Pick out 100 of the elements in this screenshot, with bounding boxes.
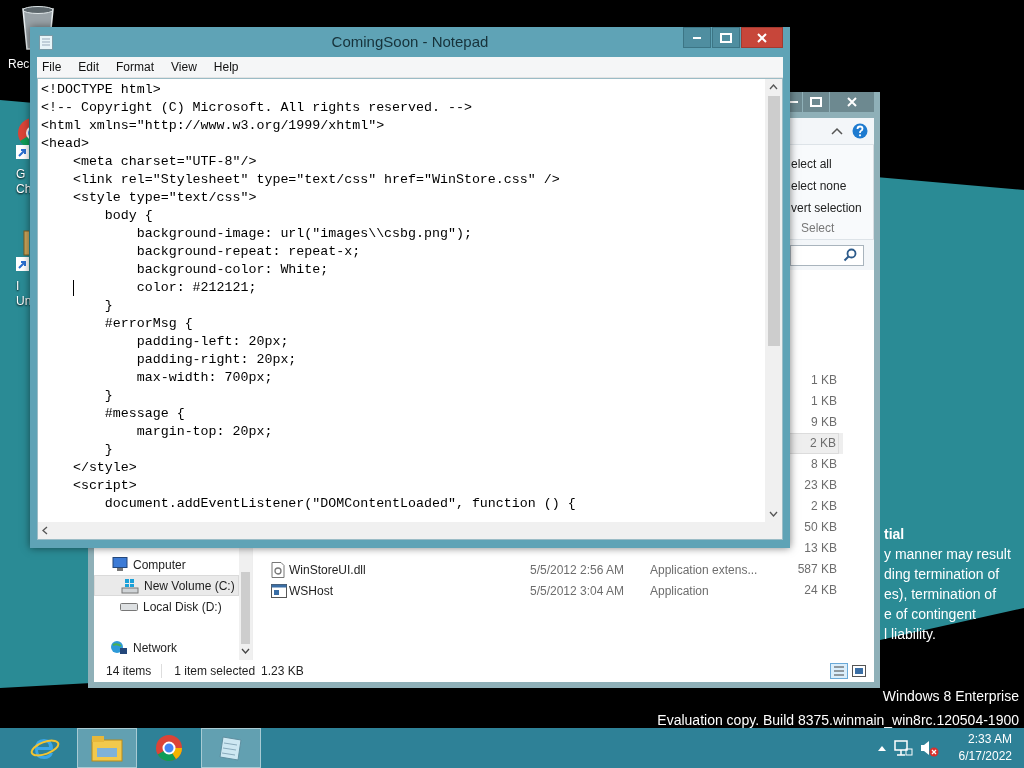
installer-icon[interactable] [16,229,29,273]
file-type: Application extens... [650,562,758,577]
background-text-line: y manner may result [884,545,1011,564]
minimize-button[interactable] [683,27,711,48]
code-line: <link rel="Stylesheet" type="text/css" href="WinStore.css" /> [71,171,561,189]
notepad-icon[interactable] [39,34,53,50]
menu-item[interactable]: View [168,60,205,74]
computer-icon [110,557,128,572]
folder-icon [91,734,123,762]
code-line: <meta charset="UTF-8"/> [71,153,258,171]
file-name[interactable]: WSHost [289,583,333,598]
menu-item[interactable]: Format [113,60,163,74]
os-watermark-text: Windows 8 Enterprise [882,687,1019,706]
code-line: margin-top: 20px; [135,423,274,441]
menu-item[interactable]: File [39,60,70,74]
file-size[interactable]: 13 KB [789,538,839,559]
file-size[interactable]: 587 KB [789,559,839,580]
collapse-ribbon-icon[interactable] [830,126,844,136]
close-button[interactable] [830,92,874,112]
code-line: background-repeat: repeat-x; [135,243,362,261]
scroll-down-icon[interactable] [769,511,778,517]
desktop-icon-label[interactable]: Un [16,294,32,309]
drive-icon [120,602,138,611]
code-line: #errorMsg { [103,315,194,333]
window-title: ComingSoon - Notepad [331,33,489,50]
minimize-button[interactable] [790,92,802,112]
application-icon [271,583,287,598]
file-size[interactable]: 1 KB [789,391,839,412]
minimize-icon [693,36,701,39]
search-field[interactable] [790,244,864,266]
code-line: padding-left: 20px; [135,333,290,351]
file-size[interactable]: 50 KB [789,517,839,538]
desktop-icon-label[interactable]: G [16,167,26,182]
clock-time[interactable]: 2:33 AM [967,731,1012,748]
show-hidden-icons-icon[interactable] [876,744,887,752]
file-size[interactable]: 1 KB [789,370,839,391]
search-icon [843,248,857,262]
code-line: </style> [71,459,138,477]
background-text-line: e of contingent [884,605,976,624]
desktop-icon-label[interactable]: I [16,279,20,294]
maximize-icon [720,32,732,43]
file-size[interactable]: 8 KB [789,454,839,475]
browser-icon [155,734,183,762]
notepad-icon [217,734,245,762]
file-date: 5/5/2012 2:56 AM [530,562,625,577]
speaker-muted-icon[interactable] [918,739,939,757]
nav-item[interactable]: Network [94,637,239,658]
file-size[interactable]: 23 KB [789,475,839,496]
network-icon [110,640,128,655]
nav-item[interactable]: Computer [94,554,239,575]
maximize-icon [810,97,822,107]
desktop-icon-label[interactable]: Ch [16,182,32,197]
code-line: <!DOCTYPE html> [41,81,162,99]
drive-icon [121,577,139,594]
clock-date[interactable]: 6/17/2022 [958,748,1012,765]
nav-item[interactable]: New Volume (C:) [94,575,239,596]
file-size[interactable]: 9 KB [789,412,839,433]
code-line: } [103,297,114,315]
code-line: <style type="text/css"> [71,189,258,207]
settings-file-icon [271,561,285,578]
menu-item[interactable]: Edit [75,60,108,74]
ribbon-command[interactable]: elect all [791,153,832,175]
thumbnail-view-icon[interactable] [852,665,866,677]
network-icon[interactable] [892,739,913,757]
file-size[interactable]: 2 KB [789,433,839,454]
code-line: padding-right: 20px; [135,351,298,369]
selection-info: 1 item selected [161,664,262,678]
menu-item[interactable]: Help [210,60,247,74]
file-size[interactable]: 24 KB [789,580,839,601]
maximize-button[interactable] [712,27,740,48]
code-line: #message { [103,405,186,423]
minimize-icon [790,101,798,103]
code-line: document.addEventListener("DOMContentLoaded", function () { [103,495,577,513]
close-button[interactable] [741,27,783,48]
ribbon-command[interactable]: elect none [791,175,847,197]
code-line: body { [103,207,154,225]
ribbon-group-label: Select [801,221,835,235]
background-text-line: es), termination of [884,585,997,604]
file-size[interactable]: 2 KB [789,496,839,517]
nav-item[interactable]: Local Disk (D:) [94,596,239,617]
close-icon [847,97,857,107]
scrollbar[interactable] [38,522,765,539]
desktop-icon-label[interactable]: Rec [8,57,30,72]
scroll-left-icon[interactable] [42,526,48,535]
help-icon[interactable] [852,123,868,139]
scroll-down-icon[interactable] [241,648,250,654]
code-line: background-color: White; [135,261,330,279]
maximize-button[interactable] [803,92,829,112]
scroll-up-icon[interactable] [769,84,778,90]
ribbon-command[interactable]: vert selection [791,197,862,219]
background-text-line: l liability. [884,625,936,644]
code-line: background-image: url("images\\csbg.png"); [135,225,473,243]
scrollbar[interactable] [765,79,782,539]
code-line: <head> [41,135,90,153]
file-type: Application [650,583,709,598]
background-text-line: ding termination of [884,565,1000,584]
os-watermark-text: Evaluation copy. Build 8375.winmain_win8rc.120504-1900 [657,711,1019,730]
file-date: 5/5/2012 3:04 AM [530,583,625,598]
file-name[interactable]: WinStoreUI.dll [289,562,366,577]
close-icon [757,32,767,43]
